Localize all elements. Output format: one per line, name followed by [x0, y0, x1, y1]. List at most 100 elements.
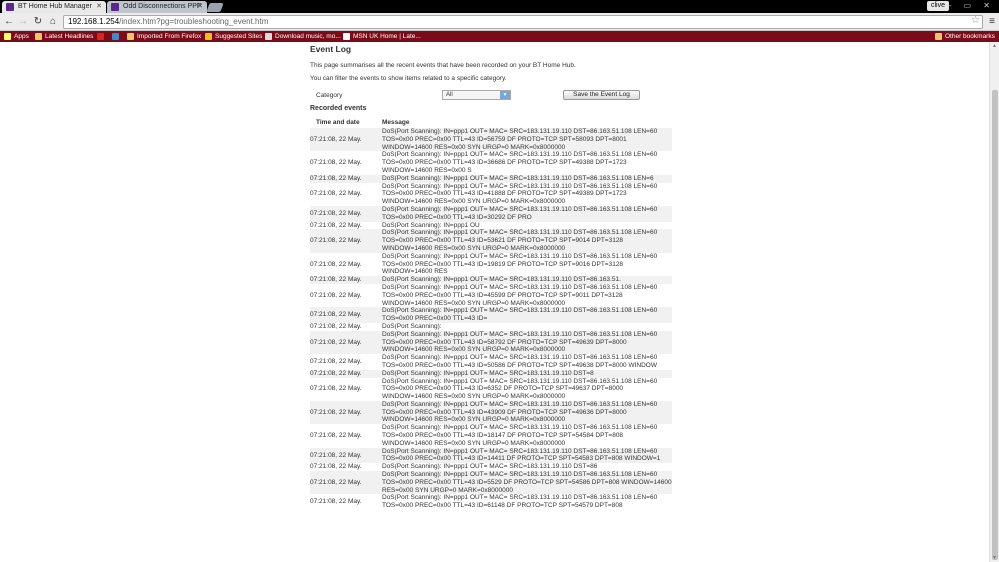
chrome-menu-icon[interactable]: ≡ — [989, 15, 995, 28]
table-row: 07:21:08, 22 May. DoS(Port Scanning): IN=… — [310, 377, 672, 401]
browser-toolbar: ← → ↻ ⌂ 192.168.1.254/index.htm?pg=troub… — [0, 13, 999, 31]
folder-icon — [35, 33, 42, 40]
event-time: 07:21:08, 22 May. — [310, 205, 382, 222]
table-row: 07:21:08, 22 May. DoS(Port Scanning): IN=… — [310, 447, 672, 464]
event-time: 07:21:08, 22 May. — [310, 229, 382, 253]
events-table: Time and date Message 07:21:08, 22 May. D… — [310, 117, 672, 511]
event-message: DoS(Port Scanning): IN=ppp1 OUT= MAC= SR… — [382, 400, 672, 425]
home-icon[interactable]: ⌂ — [47, 15, 59, 28]
event-time: 07:21:08, 22 May. — [310, 221, 382, 230]
table-row: 07:21:08, 22 May. DoS(Port Scanning): — [310, 322, 672, 331]
folder-icon — [935, 33, 942, 40]
event-message: DoS(Port Scanning): IN=ppp1 OUT= MAC= SR… — [382, 205, 672, 222]
event-time: 07:21:08, 22 May. — [310, 400, 382, 425]
event-time: 07:21:08, 22 May. — [310, 174, 382, 183]
event-message: DoS(Port Scanning): IN=ppp1 OUT= MAC= SR… — [382, 494, 672, 511]
table-row: 07:21:08, 22 May. DoS(Port Scanning): IN=… — [310, 283, 672, 308]
table-row: 07:21:08, 22 May. DoS(Port Scanning): IN=… — [310, 463, 672, 472]
event-message: DoS(Port Scanning): IN=ppp1 OUT= MAC= SR… — [382, 424, 672, 448]
category-select[interactable]: All ▼ — [442, 90, 511, 100]
close-tab-icon[interactable]: ✕ — [197, 1, 203, 13]
event-message: DoS(Port Scanning): IN=ppp1 OUT= MAC= SR… — [382, 447, 672, 464]
page-content: Event Log This page summarises all the r… — [0, 42, 989, 562]
chevron-down-icon: ▼ — [500, 91, 510, 99]
event-time: 07:21:08, 22 May. — [310, 494, 382, 511]
back-arrow-icon[interactable]: ← — [3, 15, 15, 28]
table-row: 07:21:08, 22 May. DoS(Port Scanning): IN=… — [310, 494, 672, 511]
scrollbar-thumb[interactable] — [992, 90, 998, 560]
table-row: 07:21:08, 22 May. DoS(Port Scanning): IN=… — [310, 307, 672, 323]
scroll-up-icon[interactable]: ▲ — [992, 43, 997, 49]
event-message: DoS(Port Scanning): — [382, 322, 672, 331]
event-message: DoS(Port Scanning): IN=ppp1 OU — [382, 221, 672, 230]
table-row: 07:21:08, 22 May. DoS(Port Scanning): IN=… — [310, 354, 672, 370]
table-row: 07:21:08, 22 May. DoS(Port Scanning): IN=… — [310, 205, 672, 222]
bookmark-apps[interactable]: Apps — [4, 31, 29, 42]
event-message: DoS(Port Scanning): IN=ppp1 OUT= MAC= SR… — [382, 307, 672, 323]
event-message: DoS(Port Scanning): IN=ppp1 OUT= MAC= SR… — [382, 229, 672, 253]
event-time: 07:21:08, 22 May. — [310, 182, 382, 206]
scroll-down-icon[interactable]: ▼ — [992, 555, 997, 561]
close-tab-icon[interactable]: ✕ — [96, 1, 102, 13]
event-message: DoS(Port Scanning): IN=ppp1 OUT= MAC= SR… — [382, 354, 672, 370]
table-row: 07:21:08, 22 May. DoS(Port Scanning): IN=… — [310, 128, 672, 152]
event-message: DoS(Port Scanning): IN=ppp1 OUT= MAC= SR… — [382, 471, 672, 495]
tab-odd-disconnections[interactable]: Odd Disconnections PPP ✕ — [107, 1, 207, 13]
event-message: DoS(Port Scanning): IN=ppp1 OUT= MAC= SR… — [382, 463, 672, 472]
col-time-header: Time and date — [316, 119, 360, 126]
window-controls[interactable]: – ▭ ✕ — [947, 0, 995, 11]
other-bookmarks[interactable]: Other bookmarks — [935, 31, 995, 42]
bookmark-red-icon — [97, 33, 104, 40]
tab-bt-home-hub[interactable]: BT Home Hub Manager ✕ — [2, 1, 106, 13]
tab-strip: BT Home Hub Manager ✕ Odd Disconnections… — [0, 0, 999, 13]
event-time: 07:21:08, 22 May. — [310, 322, 382, 331]
table-row: 07:21:08, 22 May. DoS(Port Scanning): IN=… — [310, 229, 672, 253]
bookmark-msn[interactable]: MSN UK Home | Late... — [343, 31, 421, 42]
bt-favicon-icon — [6, 3, 14, 11]
bookmark-latest-headlines[interactable]: Latest Headlines — [35, 31, 93, 42]
profile-button[interactable]: clive — [926, 1, 949, 11]
table-row: 07:21:08, 22 May. DoS(Port Scanning): IN=… — [310, 400, 672, 425]
page-scrollbar[interactable]: ▲ ▼ — [989, 42, 999, 562]
url-path: /index.htm?pg=troubleshooting_event.htm — [119, 17, 269, 26]
event-message: DoS(Port Scanning): IN=ppp1 OUT= MAC= SR… — [382, 182, 672, 206]
recorded-events-heading: Recorded events — [310, 105, 367, 112]
event-time: 07:21:08, 22 May. — [310, 128, 382, 152]
bookmark-blue-icon — [112, 33, 119, 40]
table-row: 07:21:08, 22 May. DoS(Port Scanning): IN=… — [310, 369, 672, 378]
filter-row: Category All ▼ Save the Event Log — [310, 88, 675, 102]
event-message: DoS(Port Scanning): IN=ppp1 OUT= MAC= SR… — [382, 174, 672, 183]
tab-title: BT Home Hub Manager — [18, 3, 92, 10]
save-event-log-button[interactable]: Save the Event Log — [563, 90, 640, 100]
folder-icon — [127, 33, 134, 40]
bookmark-imported-firefox[interactable]: Imported From Firefox — [127, 31, 201, 42]
table-header-row: Time and date Message — [310, 117, 672, 128]
new-tab-button[interactable] — [206, 3, 224, 12]
event-message: DoS(Port Scanning): IN=ppp1 OUT= MAC= SR… — [382, 151, 672, 175]
bt-favicon-icon — [111, 3, 119, 11]
event-time: 07:21:08, 22 May. — [310, 377, 382, 401]
address-bar[interactable]: 192.168.1.254/index.htm?pg=troubleshooti… — [63, 15, 983, 29]
bookmark-download-music[interactable]: Download music, mo... — [265, 31, 341, 42]
tab-title: Odd Disconnections PPP — [123, 3, 202, 10]
bookmark-star-icon[interactable]: ☆ — [971, 15, 980, 27]
table-row: 07:21:08, 22 May. DoS(Port Scanning): IN=… — [310, 471, 672, 495]
forward-arrow-icon[interactable]: → — [17, 15, 29, 28]
event-message: DoS(Port Scanning): IN=ppp1 OUT= MAC= SR… — [382, 283, 672, 308]
msn-icon — [343, 33, 350, 40]
event-message: DoS(Port Scanning): IN=ppp1 OUT= MAC= SR… — [382, 276, 672, 284]
event-log-panel: Event Log This page summarises all the r… — [310, 42, 675, 511]
event-message: DoS(Port Scanning): IN=ppp1 OUT= MAC= SR… — [382, 252, 672, 277]
event-message: DoS(Port Scanning): IN=ppp1 OUT= MAC= SR… — [382, 330, 672, 355]
event-time: 07:21:08, 22 May. — [310, 151, 382, 175]
event-time: 07:21:08, 22 May. — [310, 252, 382, 277]
filter-hint-text: You can filter the events to show items … — [310, 75, 507, 82]
event-time: 07:21:08, 22 May. — [310, 369, 382, 378]
bookmark-suggested-sites[interactable]: Suggested Sites — [205, 31, 262, 42]
reload-icon[interactable]: ↻ — [32, 15, 44, 28]
col-message-header: Message — [382, 119, 410, 126]
event-time: 07:21:08, 22 May. — [310, 276, 382, 284]
event-time: 07:21:08, 22 May. — [310, 330, 382, 355]
table-row: 07:21:08, 22 May. DoS(Port Scanning): IN=… — [310, 330, 672, 355]
table-row: 07:21:08, 22 May. DoS(Port Scanning): IN=… — [310, 252, 672, 277]
